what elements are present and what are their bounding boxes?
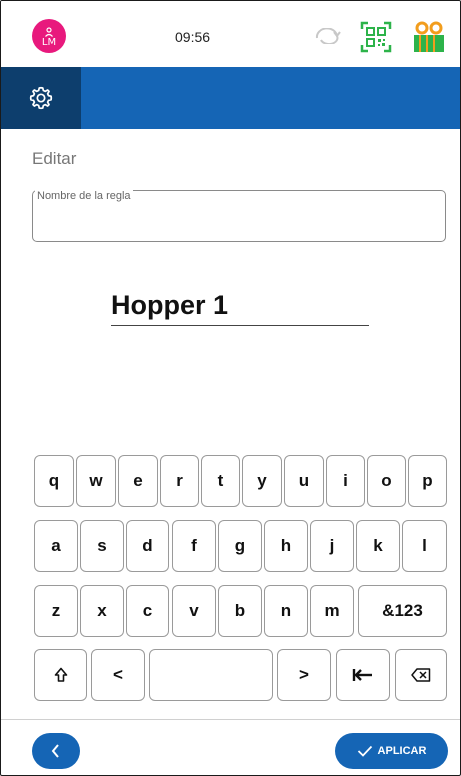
key-numbers-toggle[interactable]: &123 <box>358 585 447 637</box>
app-frame: LM 09:56 Editar Nombre de la regla Hoppe… <box>0 0 461 776</box>
person-icon <box>45 26 53 37</box>
key-right[interactable]: > <box>277 649 331 701</box>
key-d[interactable]: d <box>126 520 169 572</box>
qr-code-icon[interactable] <box>360 21 392 53</box>
key-k[interactable]: k <box>356 520 400 572</box>
footer-divider <box>1 719 460 720</box>
key-t[interactable]: t <box>201 455 240 507</box>
key-r[interactable]: r <box>160 455 199 507</box>
clock-time: 09:56 <box>175 29 211 45</box>
key-h[interactable]: h <box>264 520 308 572</box>
key-s[interactable]: s <box>80 520 124 572</box>
apply-button[interactable]: APLICAR <box>335 733 448 769</box>
avatar[interactable]: LM <box>32 19 66 53</box>
key-e[interactable]: e <box>118 455 158 507</box>
apply-label: APLICAR <box>377 745 427 757</box>
key-l[interactable]: l <box>402 520 447 572</box>
key-v[interactable]: v <box>172 585 216 637</box>
key-b[interactable]: b <box>218 585 262 637</box>
avatar-initials: LM <box>41 36 57 48</box>
backspace-key[interactable] <box>395 649 447 701</box>
key-x[interactable]: x <box>80 585 124 637</box>
page-title: Editar <box>32 149 77 168</box>
gear-icon <box>29 86 53 110</box>
rule-name-display[interactable]: Hopper 1 <box>111 290 228 321</box>
name-underline <box>111 325 369 326</box>
key-z[interactable]: z <box>34 585 78 637</box>
key-i[interactable]: i <box>326 455 365 507</box>
tab-key[interactable] <box>336 649 390 701</box>
key-m[interactable]: m <box>310 585 354 637</box>
top-toolbar <box>1 67 460 129</box>
key-g[interactable]: g <box>218 520 262 572</box>
rule-name-label: Nombre de la regla <box>35 190 133 202</box>
backspace-icon <box>411 668 431 682</box>
settings-button[interactable] <box>1 67 81 129</box>
sync-icon[interactable] <box>313 28 341 44</box>
key-c[interactable]: c <box>126 585 169 637</box>
status-bar: LM 09:56 <box>1 1 460 67</box>
key-y[interactable]: y <box>242 455 282 507</box>
key-n[interactable]: n <box>264 585 308 637</box>
gift-icon[interactable] <box>412 21 446 53</box>
key-j[interactable]: j <box>310 520 354 572</box>
key-a[interactable]: a <box>34 520 78 572</box>
shift-key[interactable] <box>34 649 87 701</box>
check-icon <box>357 745 372 757</box>
chevron-left-icon <box>51 744 59 758</box>
key-u[interactable]: u <box>284 455 324 507</box>
key-f[interactable]: f <box>172 520 216 572</box>
tab-icon <box>352 669 372 681</box>
key-left[interactable]: < <box>91 649 145 701</box>
key-w[interactable]: w <box>76 455 116 507</box>
key-o[interactable]: o <box>367 455 406 507</box>
space-key[interactable] <box>149 649 273 701</box>
shift-icon <box>54 667 67 682</box>
key-q[interactable]: q <box>34 455 74 507</box>
back-button[interactable] <box>32 733 80 769</box>
key-p[interactable]: p <box>408 455 447 507</box>
